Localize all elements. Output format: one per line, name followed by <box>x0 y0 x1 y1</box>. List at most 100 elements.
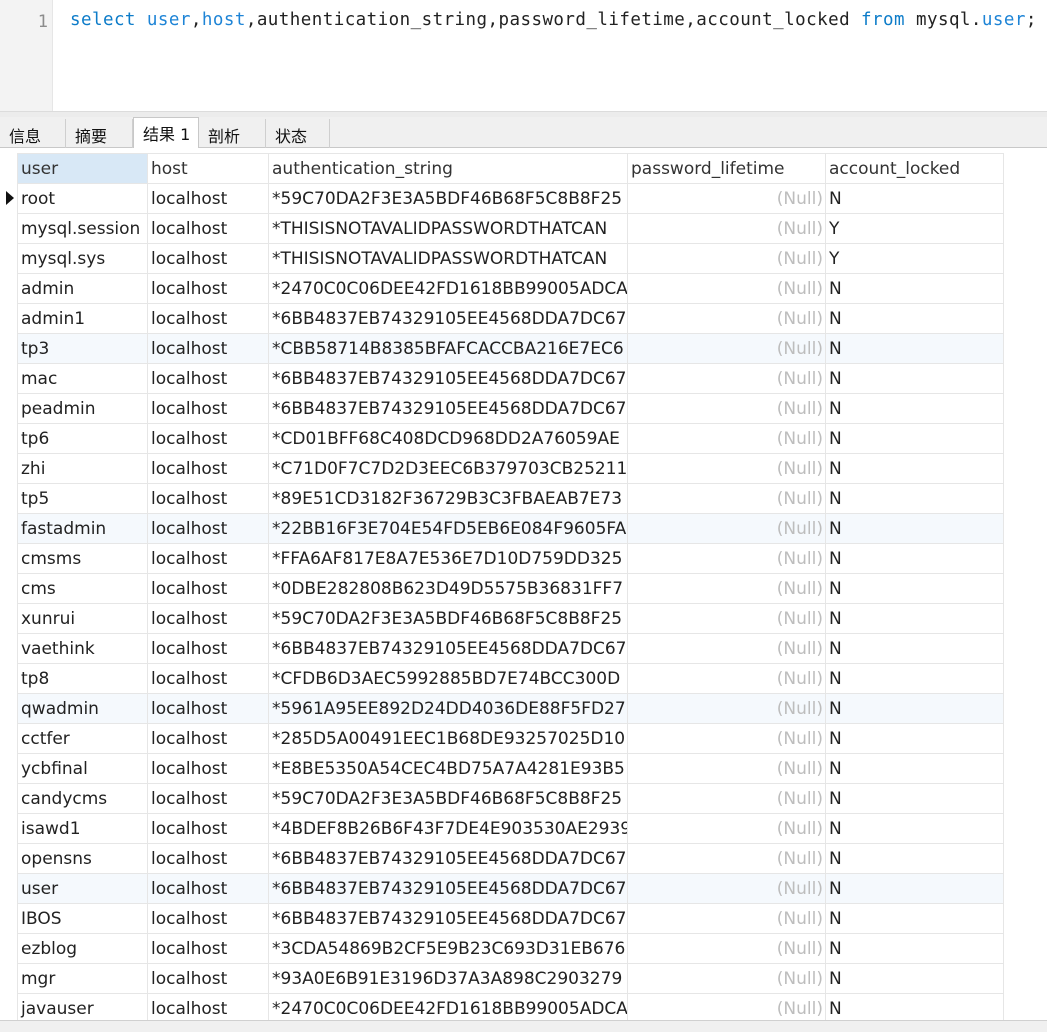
cell-password-lifetime[interactable]: (Null) <box>627 783 826 814</box>
column-header-account-locked[interactable]: account_locked <box>825 153 1004 184</box>
cell-authentication-string[interactable]: *THISISNOTAVALIDPASSWORDTHATCAN <box>268 243 628 274</box>
cell-user[interactable]: xunrui <box>17 603 148 634</box>
cell-host[interactable]: localhost <box>147 483 269 514</box>
cell-host[interactable]: localhost <box>147 273 269 304</box>
cell-account-locked[interactable]: N <box>825 393 1004 424</box>
cell-password-lifetime[interactable]: (Null) <box>627 363 826 394</box>
cell-password-lifetime[interactable]: (Null) <box>627 453 826 484</box>
cell-authentication-string[interactable]: *22BB16F3E704E54FD5EB6E084F9605FA <box>268 513 628 544</box>
cell-password-lifetime[interactable]: (Null) <box>627 333 826 364</box>
cell-password-lifetime[interactable]: (Null) <box>627 393 826 424</box>
cell-password-lifetime[interactable]: (Null) <box>627 183 826 214</box>
cell-authentication-string[interactable]: *4BDEF8B26B6F43F7DE4E903530AE2939 <box>268 813 628 844</box>
cell-password-lifetime[interactable]: (Null) <box>627 543 826 574</box>
cell-user[interactable]: cmsms <box>17 543 148 574</box>
table-row[interactable]: zhi localhost *C71D0F7C7D2D3EEC6B379703CB2… <box>17 453 1004 484</box>
table-row[interactable]: tp5 localhost *89E51CD3182F36729B3C3FBAEAB… <box>17 483 1004 514</box>
cell-host[interactable]: localhost <box>147 183 269 214</box>
cell-password-lifetime[interactable]: (Null) <box>627 663 826 694</box>
cell-account-locked[interactable]: N <box>825 513 1004 544</box>
cell-host[interactable]: localhost <box>147 543 269 574</box>
cell-password-lifetime[interactable]: (Null) <box>627 213 826 244</box>
cell-user[interactable]: tp6 <box>17 423 148 454</box>
cell-user[interactable]: mysql.session <box>17 213 148 244</box>
table-row[interactable]: isawd1 localhost *4BDEF8B26B6F43F7DE4E9035… <box>17 813 1004 844</box>
cell-account-locked[interactable]: N <box>825 423 1004 454</box>
cell-authentication-string[interactable]: *6BB4837EB74329105EE4568DDA7DC67 <box>268 303 628 334</box>
table-row[interactable]: mysql.session localhost *THISISNOTAVALIDPA… <box>17 213 1004 244</box>
tab-3[interactable]: 结果 1 <box>133 117 199 149</box>
cell-password-lifetime[interactable]: (Null) <box>627 843 826 874</box>
cell-account-locked[interactable]: Y <box>825 213 1004 244</box>
table-row[interactable]: cctfer localhost *285D5A00491EEC1B68DE9325… <box>17 723 1004 754</box>
cell-user[interactable]: IBOS <box>17 903 148 934</box>
cell-password-lifetime[interactable]: (Null) <box>627 603 826 634</box>
cell-host[interactable]: localhost <box>147 243 269 274</box>
cell-password-lifetime[interactable]: (Null) <box>627 873 826 904</box>
cell-account-locked[interactable]: N <box>825 183 1004 214</box>
cell-authentication-string[interactable]: *59C70DA2F3E3A5BDF46B68F5C8B8F25 <box>268 183 628 214</box>
cell-user[interactable]: peadmin <box>17 393 148 424</box>
cell-user[interactable]: tp3 <box>17 333 148 364</box>
cell-host[interactable]: localhost <box>147 513 269 544</box>
cell-authentication-string[interactable]: *THISISNOTAVALIDPASSWORDTHATCAN <box>268 213 628 244</box>
column-header-host[interactable]: host <box>147 153 269 184</box>
tab-4[interactable]: 剖析 <box>199 119 266 148</box>
table-row[interactable]: mac localhost *6BB4837EB74329105EE4568DDA7… <box>17 363 1004 394</box>
cell-authentication-string[interactable]: *FFA6AF817E8A7E536E7D10D759DD325 <box>268 543 628 574</box>
cell-host[interactable]: localhost <box>147 993 269 1020</box>
cell-user[interactable]: admin1 <box>17 303 148 334</box>
table-row[interactable]: qwadmin localhost *5961A95EE892D24DD4036DE… <box>17 693 1004 724</box>
table-row[interactable]: opensns localhost *6BB4837EB74329105EE4568… <box>17 843 1004 874</box>
table-row[interactable]: root localhost *59C70DA2F3E3A5BDF46B68F5C8… <box>17 183 1004 214</box>
cell-password-lifetime[interactable]: (Null) <box>627 903 826 934</box>
cell-host[interactable]: localhost <box>147 453 269 484</box>
cell-user[interactable]: fastadmin <box>17 513 148 544</box>
cell-user[interactable]: javauser <box>17 993 148 1020</box>
table-row[interactable]: ycbfinal localhost *E8BE5350A54CEC4BD75A7A… <box>17 753 1004 784</box>
cell-host[interactable]: localhost <box>147 363 269 394</box>
cell-authentication-string[interactable]: *6BB4837EB74329105EE4568DDA7DC67 <box>268 363 628 394</box>
cell-host[interactable]: localhost <box>147 663 269 694</box>
cell-account-locked[interactable]: N <box>825 543 1004 574</box>
cell-user[interactable]: qwadmin <box>17 693 148 724</box>
column-header-password-lifetime[interactable]: password_lifetime <box>627 153 826 184</box>
cell-password-lifetime[interactable]: (Null) <box>627 723 826 754</box>
cell-user[interactable]: admin <box>17 273 148 304</box>
cell-host[interactable]: localhost <box>147 903 269 934</box>
cell-host[interactable]: localhost <box>147 633 269 664</box>
cell-account-locked[interactable]: N <box>825 603 1004 634</box>
table-row[interactable]: tp3 localhost *CBB58714B8385BFAFCACCBA216E… <box>17 333 1004 364</box>
cell-authentication-string[interactable]: *89E51CD3182F36729B3C3FBAEAB7E73 <box>268 483 628 514</box>
cell-host[interactable]: localhost <box>147 423 269 454</box>
table-row[interactable]: tp6 localhost *CD01BFF68C408DCD968DD2A7605… <box>17 423 1004 454</box>
column-header-authentication-string[interactable]: authentication_string <box>268 153 628 184</box>
cell-account-locked[interactable]: N <box>825 903 1004 934</box>
cell-account-locked[interactable]: N <box>825 333 1004 364</box>
cell-password-lifetime[interactable]: (Null) <box>627 423 826 454</box>
cell-user[interactable]: mac <box>17 363 148 394</box>
cell-authentication-string[interactable]: *6BB4837EB74329105EE4568DDA7DC67 <box>268 843 628 874</box>
cell-host[interactable]: localhost <box>147 693 269 724</box>
cell-authentication-string[interactable]: *CFDB6D3AEC5992885BD7E74BCC300D <box>268 663 628 694</box>
sql-query-line[interactable]: select user,host,authentication_string,p… <box>70 10 1037 30</box>
cell-authentication-string[interactable]: *6BB4837EB74329105EE4568DDA7DC67 <box>268 873 628 904</box>
cell-user[interactable]: mysql.sys <box>17 243 148 274</box>
cell-authentication-string[interactable]: *59C70DA2F3E3A5BDF46B68F5C8B8F25 <box>268 783 628 814</box>
cell-user[interactable]: root <box>17 183 148 214</box>
cell-host[interactable]: localhost <box>147 723 269 754</box>
cell-user[interactable]: tp5 <box>17 483 148 514</box>
cell-account-locked[interactable]: N <box>825 753 1004 784</box>
cell-host[interactable]: localhost <box>147 873 269 904</box>
cell-user[interactable]: cms <box>17 573 148 604</box>
cell-authentication-string[interactable]: *3CDA54869B2CF5E9B23C693D31EB676 <box>268 933 628 964</box>
cell-user[interactable]: cctfer <box>17 723 148 754</box>
cell-password-lifetime[interactable]: (Null) <box>627 933 826 964</box>
cell-account-locked[interactable]: N <box>825 813 1004 844</box>
cell-password-lifetime[interactable]: (Null) <box>627 273 826 304</box>
cell-password-lifetime[interactable]: (Null) <box>627 633 826 664</box>
cell-account-locked[interactable]: N <box>825 933 1004 964</box>
cell-account-locked[interactable]: N <box>825 633 1004 664</box>
table-row[interactable]: cmsms localhost *FFA6AF817E8A7E536E7D10D75… <box>17 543 1004 574</box>
cell-user[interactable]: vaethink <box>17 633 148 664</box>
